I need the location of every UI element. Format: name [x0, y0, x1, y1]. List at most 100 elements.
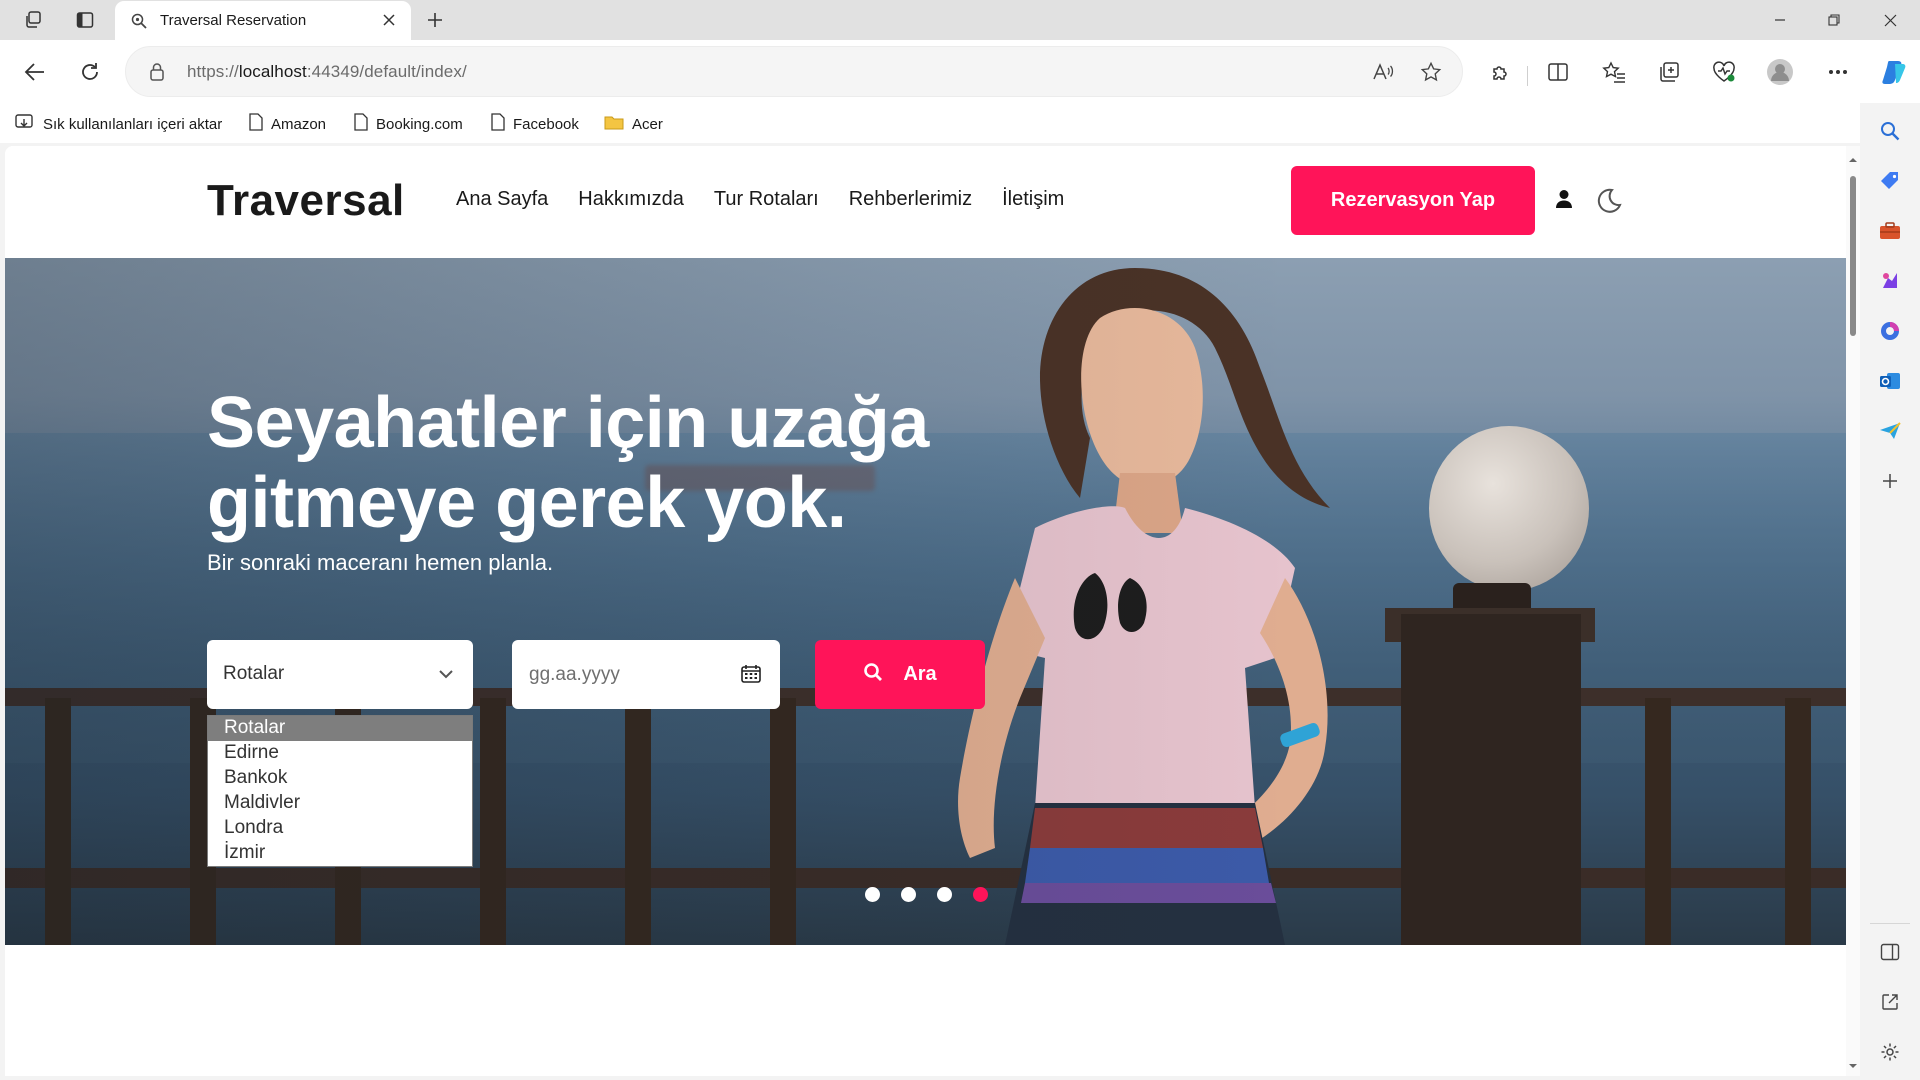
user-icon[interactable]: [1556, 189, 1576, 211]
bookmark-label: Amazon: [271, 115, 327, 133]
route-select-value: Rotalar: [223, 663, 285, 684]
new-tab-button[interactable]: [420, 5, 450, 35]
import-favorites-icon: [15, 113, 35, 135]
page-scrollbar[interactable]: [1846, 146, 1860, 1076]
minimize-icon[interactable]: [1752, 0, 1808, 40]
route-select[interactable]: Rotalar: [207, 640, 473, 709]
search-button-label: Ara: [903, 663, 937, 685]
page-viewport: Traversal Ana Sayfa Hakkımızda Tur Rotal…: [5, 146, 1846, 1076]
url-path: :44349/default/index/: [306, 62, 467, 81]
nav-link-about[interactable]: Hakkımızda: [578, 188, 684, 211]
route-option-londra[interactable]: Londra: [208, 816, 472, 841]
bookmark-folder-acer[interactable]: Acer: [604, 113, 663, 135]
carousel-dot-4[interactable]: [973, 887, 988, 902]
bookmark-facebook[interactable]: Facebook: [491, 113, 579, 135]
browser-essentials-icon[interactable]: [1706, 54, 1742, 90]
tab-active[interactable]: Traversal Reservation: [115, 1, 411, 40]
bookmark-import-favorites[interactable]: Sık kullanılanları içeri aktar: [15, 113, 222, 135]
extensions-icon[interactable]: [1482, 54, 1518, 90]
tab-actions-icon[interactable]: [70, 6, 100, 34]
nav-link-guides[interactable]: Rehberlerimiz: [849, 188, 972, 211]
bookmark-label: Sık kullanılanları içeri aktar: [43, 115, 223, 133]
tab-strip: Traversal Reservation: [0, 0, 1920, 40]
page-icon: [491, 113, 505, 135]
url-host: localhost: [238, 62, 307, 81]
scroll-up-arrow-icon[interactable]: [1848, 152, 1858, 162]
restore-icon[interactable]: [1806, 0, 1862, 40]
bookmark-booking[interactable]: Booking.com: [354, 113, 463, 135]
sidebar-send-icon[interactable]: [1877, 418, 1903, 444]
read-aloud-icon[interactable]: [1370, 59, 1396, 85]
date-input[interactable]: gg.aa.yyyy: [512, 640, 780, 709]
tab-title: Traversal Reservation: [160, 12, 307, 29]
nav-link-tour-routes[interactable]: Tur Rotaları: [714, 188, 819, 211]
carousel-dot-3[interactable]: [937, 887, 952, 902]
route-option-maldivler[interactable]: Maldivler: [208, 791, 472, 816]
url-text[interactable]: https://localhost:44349/default/index/: [187, 62, 467, 82]
collections-icon[interactable]: [1651, 54, 1687, 90]
scrollbar-thumb[interactable]: [1850, 176, 1856, 336]
sidebar-outlook-icon[interactable]: [1877, 368, 1903, 394]
profile-avatar-icon[interactable]: [1762, 54, 1798, 90]
sidebar-microsoft365-icon[interactable]: [1877, 318, 1903, 344]
close-tab-icon[interactable]: [379, 10, 399, 30]
sidebar-search-icon[interactable]: [1877, 118, 1903, 144]
bookmark-amazon[interactable]: Amazon: [249, 113, 326, 135]
settings-more-icon[interactable]: [1820, 54, 1856, 90]
sidebar-open-external-icon[interactable]: [1877, 989, 1903, 1015]
browser-toolbar: https://localhost:44349/default/index/: [0, 40, 1920, 103]
bookmark-label: Acer: [632, 115, 663, 133]
nav-link-contact[interactable]: İletişim: [1002, 188, 1064, 211]
sidebar-add-icon[interactable]: [1877, 468, 1903, 494]
calendar-icon[interactable]: [740, 664, 762, 684]
sidebar-shopping-tag-icon[interactable]: [1877, 168, 1903, 194]
folder-icon: [604, 114, 624, 134]
page-icon: [249, 113, 263, 135]
search-button[interactable]: Ara: [815, 640, 985, 709]
url-prefix: https://: [187, 62, 239, 81]
sidebar-tools-briefcase-icon[interactable]: [1877, 218, 1903, 244]
workspaces-icon[interactable]: [18, 6, 48, 34]
sidebar-settings-gear-icon[interactable]: [1877, 1039, 1903, 1065]
address-bar[interactable]: https://localhost:44349/default/index/: [125, 46, 1463, 97]
dark-mode-moon-icon[interactable]: [1594, 187, 1624, 217]
copilot-icon[interactable]: [1876, 54, 1912, 90]
carousel-dot-2[interactable]: [901, 887, 916, 902]
page-icon: [354, 113, 368, 135]
scroll-down-arrow-icon[interactable]: [1848, 1058, 1858, 1068]
route-dropdown-list: Rotalar Edirne Bankok Maldivler Londra İ…: [207, 715, 473, 867]
date-input-placeholder: gg.aa.yyyy: [529, 664, 620, 685]
favorites-icon[interactable]: [1596, 54, 1632, 90]
back-icon[interactable]: [17, 54, 53, 90]
main-nav: Ana Sayfa Hakkımızda Tur Rotaları Rehber…: [456, 188, 1064, 211]
edge-sidebar: [1860, 103, 1920, 1080]
site-logo[interactable]: Traversal: [207, 176, 405, 226]
route-option-izmir[interactable]: İzmir: [208, 841, 472, 866]
sidebar-divider: [1870, 923, 1910, 924]
chevron-down-icon: [437, 665, 455, 683]
close-window-icon[interactable]: [1862, 0, 1918, 40]
route-option-edirne[interactable]: Edirne: [208, 741, 472, 766]
lock-icon[interactable]: [148, 62, 168, 82]
route-option-rotalar[interactable]: Rotalar: [208, 716, 472, 741]
search-icon: [863, 662, 883, 688]
carousel-indicators: [865, 887, 988, 902]
nav-link-home[interactable]: Ana Sayfa: [456, 188, 548, 211]
bookmark-label: Booking.com: [376, 115, 463, 133]
hero-carousel: Seyahatler için uzağa gitmeye gerek yok.…: [5, 258, 1846, 945]
favorite-star-icon[interactable]: [1418, 59, 1444, 85]
refresh-icon[interactable]: [72, 54, 108, 90]
reservation-button[interactable]: Rezervasyon Yap: [1291, 166, 1535, 235]
hero-title: Seyahatler için uzağa gitmeye gerek yok.: [207, 383, 929, 543]
carousel-dot-1[interactable]: [865, 887, 880, 902]
bookmarks-bar: Sık kullanılanları içeri aktar Amazon Bo…: [0, 103, 1920, 143]
hero-subtitle: Bir sonraki maceranı hemen planla.: [207, 550, 554, 575]
bookmark-label: Facebook: [513, 115, 579, 133]
site-header: Traversal Ana Sayfa Hakkımızda Tur Rotal…: [5, 146, 1846, 258]
sidebar-hide-panel-icon[interactable]: [1877, 939, 1903, 965]
site-favicon-icon: [130, 12, 148, 30]
sidebar-games-icon[interactable]: [1877, 268, 1903, 294]
route-option-bankok[interactable]: Bankok: [208, 766, 472, 791]
toolbar-divider: [1527, 66, 1528, 86]
split-screen-icon[interactable]: [1540, 54, 1576, 90]
